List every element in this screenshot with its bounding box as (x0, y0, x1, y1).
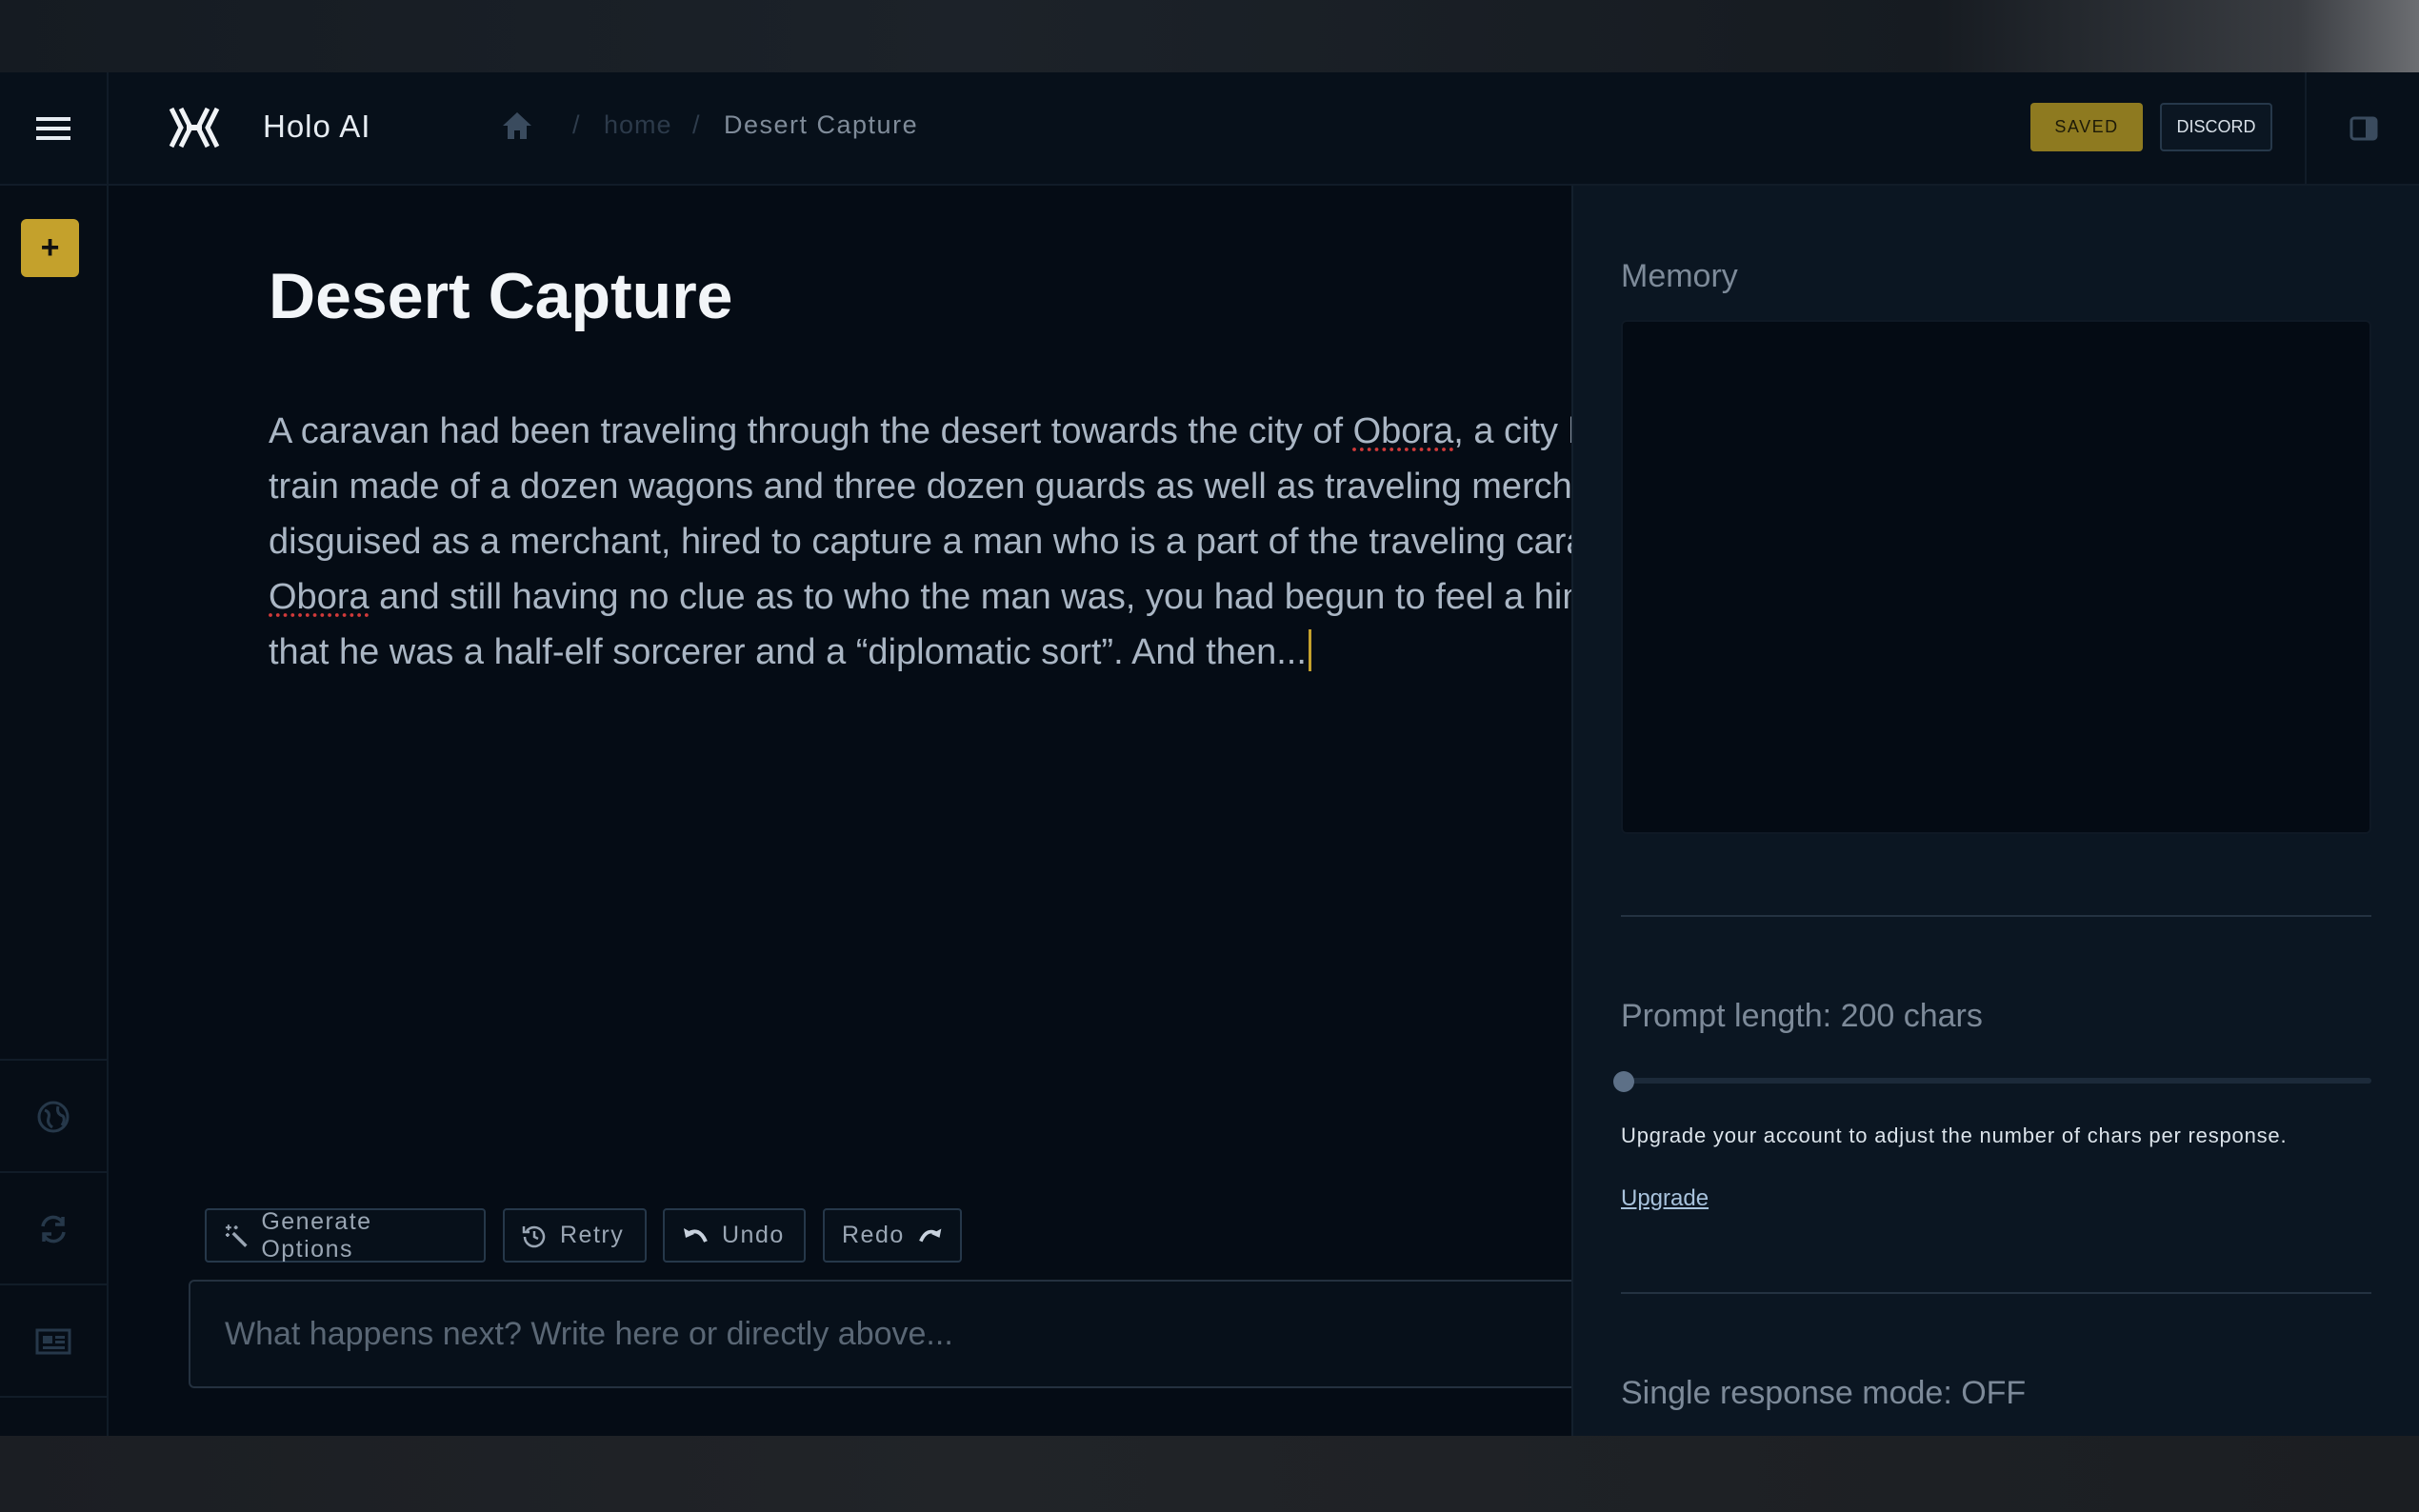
side-panel: Memory Prompt length: 200 chars Upgrade … (1571, 186, 2419, 1436)
new-story-button[interactable]: + (21, 219, 79, 277)
saved-button[interactable]: SAVED (2030, 103, 2143, 151)
prompt-length-label: Prompt length: 200 chars (1621, 998, 1983, 1034)
magic-wand-icon (225, 1224, 248, 1247)
app-title: Holo AI (263, 109, 371, 144)
app: Holo AI / home / Desert Capture SAVED DI… (0, 72, 2419, 1469)
hamburger-icon (36, 116, 70, 140)
divider (1621, 1292, 2371, 1294)
breadcrumb-home[interactable]: home (604, 110, 672, 140)
story-editor[interactable]: A caravan had been traveling through the… (269, 404, 1571, 718)
window-top-strip (0, 0, 2419, 72)
breadcrumb-current: Desert Capture (724, 110, 919, 139)
story-line: A caravan had been traveling through the… (269, 404, 1571, 459)
retry-button[interactable]: Retry (503, 1208, 647, 1263)
upgrade-note: Upgrade your account to adjust the numbe… (1621, 1124, 2288, 1147)
story-text[interactable]: A caravan had been traveling through the… (269, 404, 1571, 680)
story-text-segment: A caravan had been traveling through the… (269, 411, 1353, 451)
generate-options-label: Generate Options (261, 1207, 372, 1263)
rail-item-sync[interactable] (0, 1171, 107, 1284)
story-text-segment: and still having no clue as to who the m… (369, 577, 1571, 617)
window-bottom-strip (0, 1436, 2419, 1512)
story-text-segment: , a city b (1453, 411, 1571, 451)
story-text-segment: that he was a half-elf sorcerer and a “d… (269, 632, 1307, 672)
story-line: Obora and still having no clue as to who… (269, 569, 1571, 625)
story-line: disguised as a merchant, hired to captur… (269, 514, 1571, 569)
history-icon (522, 1225, 546, 1247)
story-text-segment: train made of a dozen wagons and three d… (269, 467, 1571, 507)
home-icon[interactable] (501, 110, 533, 141)
rail-item-news[interactable] (0, 1283, 107, 1397)
rail-item-world[interactable] (0, 1059, 107, 1172)
redo-button[interactable]: Redo (823, 1208, 962, 1263)
redo-icon (918, 1228, 942, 1242)
header: Holo AI / home / Desert Capture SAVED DI… (0, 72, 2419, 186)
left-rail: + (0, 186, 109, 1469)
undo-button[interactable]: Undo (663, 1208, 806, 1263)
globe-icon (37, 1101, 70, 1132)
breadcrumb-separator: / (692, 110, 700, 139)
prompt-input[interactable] (189, 1280, 1617, 1388)
story-text-segment: disguised as a merchant, hired to captur… (269, 522, 1571, 562)
breadcrumb-separator: / (572, 110, 580, 139)
single-response-label: Single response mode: OFF (1621, 1375, 2027, 1411)
panel-toggle-button[interactable] (2305, 72, 2419, 184)
holo-logo[interactable] (168, 105, 221, 150)
discord-button[interactable]: DISCORD (2160, 103, 2272, 151)
divider (1621, 915, 2371, 917)
news-icon (35, 1328, 71, 1354)
generate-options-button[interactable]: Generate Options (205, 1208, 486, 1263)
story-title[interactable]: Desert Capture (269, 259, 733, 333)
memory-label: Memory (1621, 258, 1738, 294)
panel-toggle-icon (2349, 116, 2378, 140)
story-line: that he was a half-elf sorcerer and a “d… (269, 625, 1571, 680)
redo-label: Redo (842, 1222, 905, 1248)
menu-button[interactable] (0, 72, 109, 184)
undo-label: Undo (722, 1222, 785, 1248)
misspelled-word[interactable]: Obora (1353, 411, 1454, 451)
undo-icon (684, 1227, 708, 1243)
misspelled-word[interactable]: Obora (269, 577, 370, 617)
prompt-length-slider[interactable] (1621, 1078, 2371, 1084)
upgrade-link[interactable]: Upgrade (1621, 1185, 1709, 1212)
text-cursor (1308, 629, 1311, 671)
sync-icon (41, 1215, 66, 1243)
retry-label: Retry (560, 1222, 625, 1248)
prompt-length-slider-thumb[interactable] (1613, 1071, 1634, 1092)
story-line: train made of a dozen wagons and three d… (269, 459, 1571, 514)
memory-textarea[interactable] (1621, 320, 2371, 834)
